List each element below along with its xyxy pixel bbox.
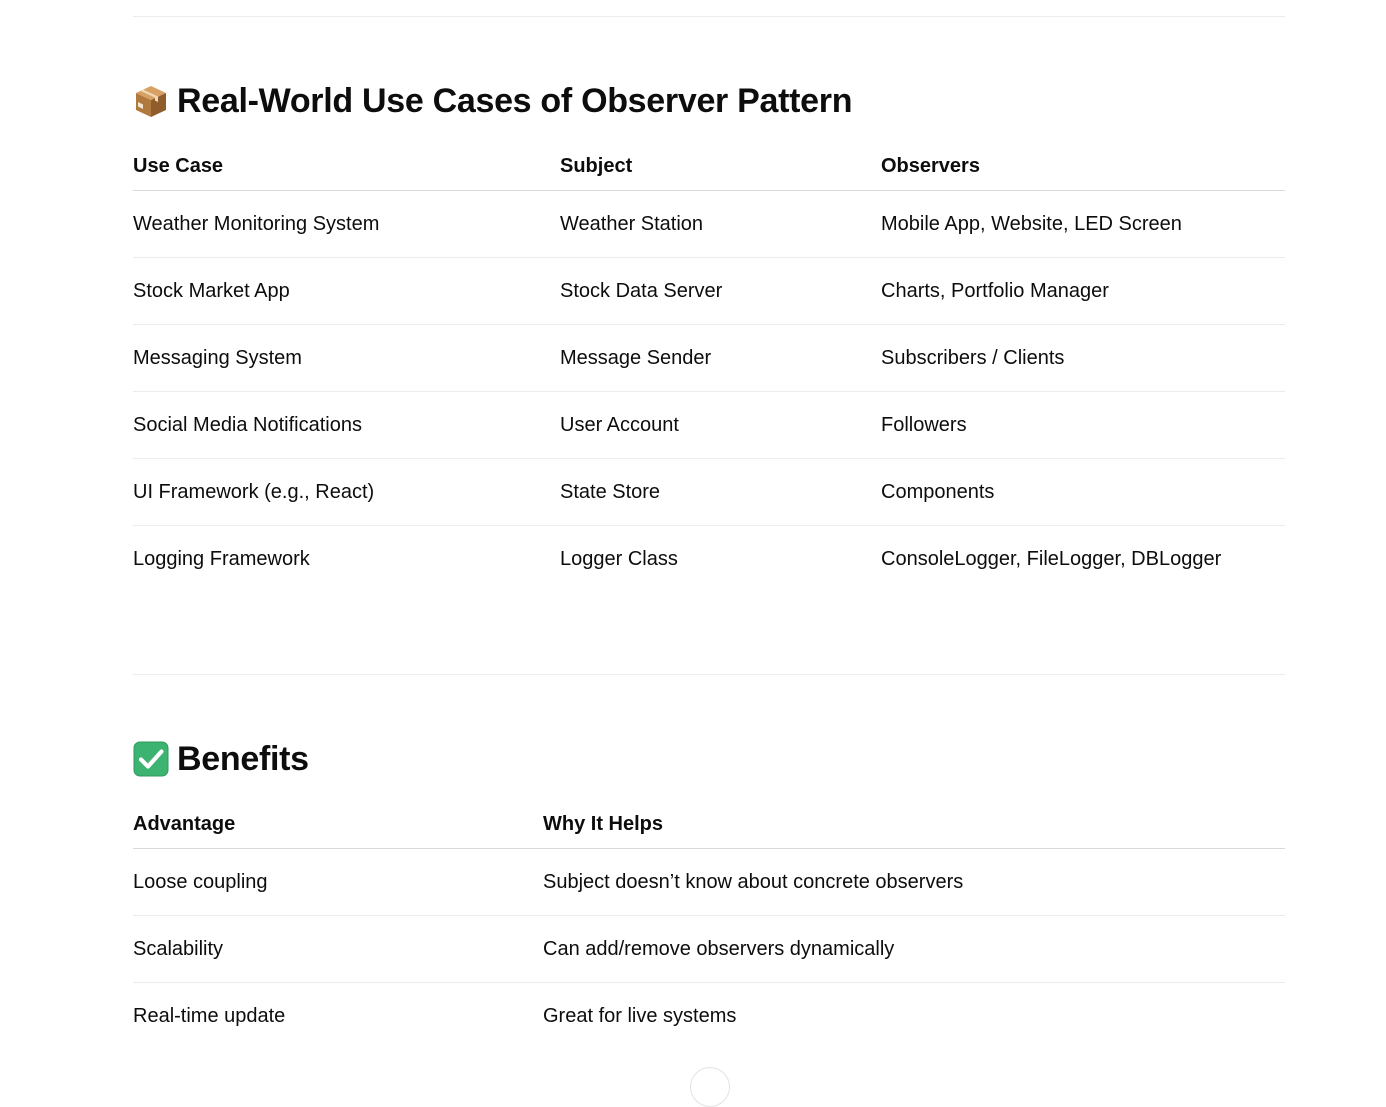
table-header-row: Advantage Why It Helps	[133, 782, 1285, 849]
use-case-cell: Social Media Notifications	[133, 391, 560, 459]
observers-cell: ConsoleLogger, FileLogger, DBLogger	[881, 548, 1222, 570]
table-row: Real-time update Great for live systems	[133, 983, 1285, 1050]
column-header-advantage: Advantage	[133, 782, 543, 849]
table-row: Weather Monitoring System Weather Statio…	[133, 190, 1285, 258]
subject-cell: User Account	[560, 391, 881, 459]
observers-cell: Followers	[881, 391, 1285, 459]
use-case-cell: Messaging System	[133, 324, 560, 392]
use-cases-heading: Real-World Use Cases of Observer Pattern	[133, 78, 1285, 124]
observers-cell: Mobile App, Website, LED Screen	[881, 190, 1285, 258]
use-case-cell: Stock Market App	[133, 257, 560, 325]
observers-cell: Components	[881, 458, 1285, 526]
benefits-heading: Benefits	[133, 736, 1285, 782]
section-divider	[133, 674, 1285, 675]
why-it-helps-cell: Subject doesn’t know about concrete obse…	[543, 848, 1285, 916]
use-case-cell: Logging Framework	[133, 548, 310, 570]
benefits-section: Benefits Advantage Why It Helps Loose co…	[133, 736, 1285, 1049]
advantage-cell: Loose coupling	[133, 848, 543, 916]
subject-cell: State Store	[560, 458, 881, 526]
table-row: Stock Market App Stock Data Server Chart…	[133, 257, 1285, 325]
section-divider-top	[133, 16, 1285, 17]
table-row: Loose coupling Subject doesn’t know abou…	[133, 848, 1285, 916]
table-row: Logging Framework Logger Class ConsoleLo…	[133, 526, 1285, 593]
table-row: UI Framework (e.g., React) State Store C…	[133, 458, 1285, 526]
benefits-title: Benefits	[177, 739, 309, 778]
table-row: Messaging System Message Sender Subscrib…	[133, 324, 1285, 392]
subject-cell: Stock Data Server	[560, 257, 881, 325]
use-cases-section: Real-World Use Cases of Observer Pattern…	[133, 78, 1285, 592]
why-it-helps-cell: Can add/remove observers dynamically	[543, 915, 1285, 983]
benefits-table: Advantage Why It Helps Loose coupling Su…	[133, 782, 1285, 1049]
use-cases-title: Real-World Use Cases of Observer Pattern	[177, 81, 853, 120]
advantage-cell: Real-time update	[133, 1005, 286, 1027]
observers-cell: Charts, Portfolio Manager	[881, 257, 1285, 325]
why-it-helps-cell: Great for live systems	[543, 1005, 737, 1027]
table-row: Scalability Can add/remove observers dyn…	[133, 915, 1285, 983]
package-icon	[136, 86, 166, 117]
observers-cell: Subscribers / Clients	[881, 324, 1285, 392]
subject-cell: Message Sender	[560, 324, 881, 392]
subject-cell: Weather Station	[560, 190, 881, 258]
use-case-cell: Weather Monitoring System	[133, 190, 560, 258]
column-header-subject: Subject	[560, 124, 881, 191]
column-header-use-case: Use Case	[133, 124, 560, 191]
scroll-to-bottom-button[interactable]	[690, 1067, 730, 1107]
column-header-observers: Observers	[881, 124, 1285, 191]
use-case-cell: UI Framework (e.g., React)	[133, 458, 560, 526]
use-cases-table: Use Case Subject Observers Weather Monit…	[133, 124, 1285, 592]
table-row: Social Media Notifications User Account …	[133, 391, 1285, 459]
subject-cell: Logger Class	[560, 548, 678, 570]
check-mark-button-icon	[133, 741, 169, 777]
table-header-row: Use Case Subject Observers	[133, 124, 1285, 191]
advantage-cell: Scalability	[133, 915, 543, 983]
column-header-why-it-helps: Why It Helps	[543, 782, 1285, 849]
